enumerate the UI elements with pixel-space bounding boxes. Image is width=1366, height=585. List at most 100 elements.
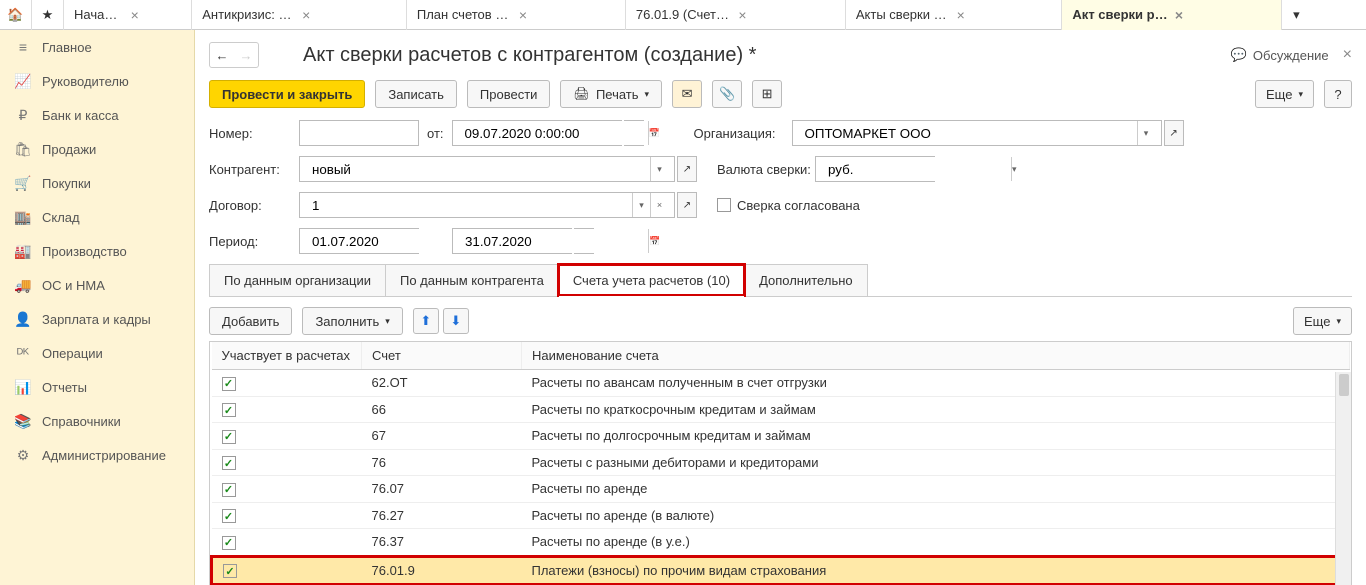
tab-additional[interactable]: Дополнительно bbox=[744, 264, 868, 296]
contract-input[interactable] bbox=[306, 193, 632, 217]
tabs-dropdown-icon[interactable]: ▾ bbox=[1282, 7, 1310, 23]
sidebar-item-admin[interactable]: ⚙Администрирование bbox=[0, 438, 194, 472]
accounts-table: Участвует в расчетах Счет Наименование с… bbox=[209, 341, 1352, 585]
dropdown-icon[interactable]: ▾ bbox=[632, 193, 650, 217]
sidebar-item-label: Зарплата и кадры bbox=[42, 312, 151, 327]
sidebar-item-production[interactable]: 🏭Производство bbox=[0, 234, 194, 268]
clear-icon[interactable]: × bbox=[650, 193, 668, 217]
col-account[interactable]: Счет bbox=[362, 342, 522, 370]
dropdown-icon[interactable]: ▾ bbox=[1011, 157, 1017, 181]
dropdown-icon[interactable]: ▾ bbox=[650, 157, 668, 181]
sidebar-item-operations[interactable]: ᴰᴷОперации bbox=[0, 336, 194, 370]
print-button[interactable]: 🖨Печать bbox=[560, 80, 662, 108]
table-row[interactable]: ✓62.ОТРасчеты по авансам полученным в сч… bbox=[212, 370, 1350, 397]
tab-accounts[interactable]: Счета учета расчетов (10) bbox=[558, 264, 745, 296]
process-and-close-button[interactable]: Провести и закрыть bbox=[209, 80, 365, 108]
favorites-icon[interactable]: ★ bbox=[32, 0, 64, 30]
sidebar-item-label: Справочники bbox=[42, 414, 121, 429]
row-checkbox[interactable]: ✓ bbox=[223, 564, 237, 578]
col-name[interactable]: Наименование счета bbox=[522, 342, 1350, 370]
close-icon[interactable]: × bbox=[302, 7, 396, 23]
process-button[interactable]: Провести bbox=[467, 80, 551, 108]
agreed-label: Сверка согласована bbox=[737, 198, 860, 213]
tab-4[interactable]: Акты сверки расчетов с конт...× bbox=[846, 0, 1063, 30]
discuss-label: Обсуждение bbox=[1253, 48, 1329, 63]
contractor-open-button[interactable]: ↗ bbox=[677, 156, 697, 182]
sidebar-item-label: Отчеты bbox=[42, 380, 87, 395]
contractor-input[interactable] bbox=[306, 157, 650, 181]
date-input[interactable] bbox=[459, 121, 648, 145]
table-more-button[interactable]: Еще bbox=[1293, 307, 1352, 335]
sidebar-item-main[interactable]: ≡Главное bbox=[0, 30, 194, 64]
calendar-icon[interactable]: 📅 bbox=[648, 229, 660, 253]
table-scrollbar[interactable] bbox=[1335, 372, 1351, 585]
home-icon[interactable]: 🏠 bbox=[0, 0, 32, 30]
close-icon[interactable]: × bbox=[131, 7, 182, 23]
table-row[interactable]: ✓66Расчеты по краткосрочным кредитам и з… bbox=[212, 396, 1350, 423]
calendar-icon[interactable]: 📅 bbox=[648, 121, 660, 145]
agreed-checkbox[interactable] bbox=[717, 198, 731, 212]
row-checkbox[interactable]: ✓ bbox=[222, 509, 236, 523]
tab-2[interactable]: План счетов бухгалтерского ... × bbox=[407, 0, 626, 30]
structure-button[interactable]: ⊞ bbox=[752, 80, 782, 108]
dropdown-icon[interactable]: ▾ bbox=[1137, 121, 1155, 145]
attach-button[interactable]: 📎 bbox=[712, 80, 742, 108]
tab-label: План счетов бухгалтерского ... bbox=[417, 7, 513, 22]
close-page-button[interactable]: × bbox=[1343, 46, 1352, 64]
col-participates[interactable]: Участвует в расчетах bbox=[212, 342, 362, 370]
number-input[interactable] bbox=[299, 120, 419, 146]
row-checkbox[interactable]: ✓ bbox=[222, 483, 236, 497]
sidebar-item-purchases[interactable]: 🛒Покупки bbox=[0, 166, 194, 200]
table-row[interactable]: ✓76Расчеты с разными дебиторами и кредит… bbox=[212, 449, 1350, 476]
contract-open-button[interactable]: ↗ bbox=[677, 192, 697, 218]
sidebar-item-sales[interactable]: 🛍Продажи bbox=[0, 132, 194, 166]
sidebar-item-bank[interactable]: ₽Банк и касса bbox=[0, 98, 194, 132]
table-row[interactable]: ✓76.27Расчеты по аренде (в валюте) bbox=[212, 502, 1350, 529]
row-checkbox[interactable]: ✓ bbox=[222, 377, 236, 391]
sidebar-item-warehouse[interactable]: 🏬Склад bbox=[0, 200, 194, 234]
email-button[interactable]: ✉ bbox=[672, 80, 702, 108]
tab-5[interactable]: Акт сверки расчетов с контр...× bbox=[1062, 0, 1282, 30]
sidebar-item-salary[interactable]: 👤Зарплата и кадры bbox=[0, 302, 194, 336]
nav-forward-button[interactable]: → bbox=[234, 43, 258, 67]
period-to-input[interactable] bbox=[459, 229, 648, 253]
row-checkbox[interactable]: ✓ bbox=[222, 456, 236, 470]
close-icon[interactable]: × bbox=[957, 7, 1052, 23]
currency-input[interactable] bbox=[822, 157, 1011, 181]
tab-3[interactable]: 76.01.9 (Счет бухгалтерского...× bbox=[626, 0, 846, 30]
close-icon[interactable]: × bbox=[1175, 7, 1272, 23]
tab-0[interactable]: Начало работы× bbox=[64, 0, 192, 30]
org-open-button[interactable]: ↗ bbox=[1164, 120, 1184, 146]
row-checkbox[interactable]: ✓ bbox=[222, 403, 236, 417]
close-icon[interactable]: × bbox=[738, 7, 835, 23]
sidebar-item-assets[interactable]: 🚚ОС и НМА bbox=[0, 268, 194, 302]
table-row[interactable]: ✓76.37Расчеты по аренде (в у.е.) bbox=[212, 529, 1350, 557]
org-input[interactable] bbox=[799, 121, 1137, 145]
move-up-button[interactable]: ⬆ bbox=[413, 308, 439, 334]
cell-account: 76.27 bbox=[362, 502, 522, 529]
number-label: Номер: bbox=[209, 126, 299, 141]
org-label: Организация: bbox=[694, 126, 792, 141]
nav-back-button[interactable]: ← bbox=[210, 43, 234, 67]
table-row[interactable]: ✓67Расчеты по долгосрочным кредитам и за… bbox=[212, 423, 1350, 450]
more-button[interactable]: Еще bbox=[1255, 80, 1314, 108]
move-down-button[interactable]: ⬇ bbox=[443, 308, 469, 334]
tab-org-data[interactable]: По данным организации bbox=[209, 264, 386, 296]
table-row[interactable]: ✓76.01.9Платежи (взносы) по прочим видам… bbox=[212, 556, 1350, 585]
scrollbar-thumb[interactable] bbox=[1339, 374, 1349, 396]
sidebar-item-manager[interactable]: 📈Руководителю bbox=[0, 64, 194, 98]
table-row[interactable]: ✓76.07Расчеты по аренде bbox=[212, 476, 1350, 503]
sidebar-item-directories[interactable]: 📚Справочники bbox=[0, 404, 194, 438]
sidebar-item-reports[interactable]: 📊Отчеты bbox=[0, 370, 194, 404]
row-checkbox[interactable]: ✓ bbox=[222, 536, 236, 550]
add-button[interactable]: Добавить bbox=[209, 307, 292, 335]
discuss-button[interactable]: 💬Обсуждение bbox=[1231, 47, 1329, 63]
tab-contr-data[interactable]: По данным контрагента bbox=[385, 264, 559, 296]
row-checkbox[interactable]: ✓ bbox=[222, 430, 236, 444]
fill-button[interactable]: Заполнить bbox=[302, 307, 402, 335]
help-button[interactable]: ? bbox=[1324, 80, 1352, 108]
tab-1[interactable]: Антикризис: пять суперприз...× bbox=[192, 0, 407, 30]
close-icon[interactable]: × bbox=[519, 7, 615, 23]
btn-label: Еще bbox=[1266, 87, 1292, 102]
save-button[interactable]: Записать bbox=[375, 80, 457, 108]
